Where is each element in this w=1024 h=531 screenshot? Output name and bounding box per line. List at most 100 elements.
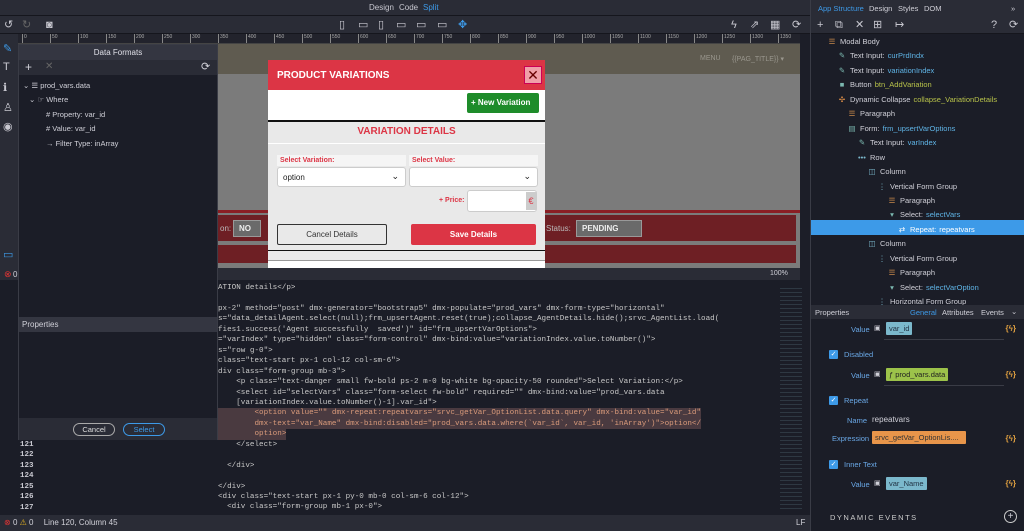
code-line[interactable]: px-2" method="post" dmx-generator="boots… — [218, 304, 665, 315]
move-icon[interactable]: ✥ — [458, 18, 467, 32]
add-icon[interactable]: + — [25, 60, 32, 74]
cancel-button[interactable]: Cancel — [73, 423, 115, 436]
code-line[interactable]: class="text-start px-1 col-12 col-sm-6"> — [218, 356, 400, 367]
code-line[interactable]: </div> — [218, 461, 254, 472]
filter-select[interactable]: NO — [233, 220, 261, 237]
copy-icon[interactable]: ⧉ — [835, 18, 843, 32]
structure-node[interactable]: ☰ Modal Body — [827, 35, 880, 49]
structure-node[interactable]: ■ Button btn_AddVariation — [837, 78, 932, 92]
inner-text-checkbox[interactable]: ✓ — [829, 460, 838, 469]
code-line[interactable]: s="row g-0"> — [218, 346, 273, 357]
value-binding[interactable]: var_id — [886, 322, 913, 335]
code-line[interactable]: s="data_detailAgent.select(null);frm_ups… — [218, 314, 719, 325]
cancel-details-button[interactable]: Cancel Details — [277, 224, 387, 245]
share-icon[interactable]: ⇗ — [750, 18, 759, 32]
laptop-icon[interactable]: ▭ — [396, 18, 406, 32]
dynamic-data-icon[interactable]: {ϟ} — [1006, 370, 1016, 379]
select-value[interactable]: ⌄ — [409, 167, 538, 187]
line-ending[interactable]: LF — [796, 518, 805, 527]
code-line[interactable]: </div> — [218, 482, 245, 493]
disabled-value-binding[interactable]: ƒ prod_vars.data — [886, 368, 949, 381]
structure-node[interactable]: ☰ Paragraph — [847, 107, 895, 121]
tab-events[interactable]: Events — [981, 308, 1004, 317]
unwrap-icon[interactable]: ↦ — [895, 18, 904, 32]
text-icon[interactable]: T — [3, 61, 10, 73]
structure-node[interactable]: ☰ Paragraph — [887, 266, 935, 280]
navbar-page-title[interactable]: {{PAG_TITLE}} ▾ — [732, 55, 784, 63]
select-button[interactable]: Select — [123, 423, 165, 436]
dynamic-data-icon[interactable]: {ϟ} — [1006, 434, 1016, 443]
code-line[interactable]: div class="form-group mb-3"> — [218, 367, 346, 378]
code-minimap[interactable] — [780, 285, 802, 510]
expression-binding[interactable]: srvc_getVar_OptionLis.... — [872, 431, 966, 444]
wrap-icon[interactable]: ⊞ — [873, 18, 882, 32]
structure-node[interactable]: ▾ Select: selectVarOption — [887, 281, 979, 295]
repeat-checkbox[interactable]: ✓ — [829, 396, 838, 405]
structure-node[interactable]: ✎ Text Input: varIndex — [857, 136, 937, 150]
mode-design[interactable]: Design — [369, 3, 394, 12]
qr-icon[interactable]: ▦ — [770, 18, 780, 32]
help-icon[interactable]: ? — [991, 18, 997, 32]
repeat-name-value[interactable]: repeatvars — [872, 415, 910, 424]
refresh-icon[interactable]: ⟳ — [201, 60, 210, 73]
code-line[interactable]: option> — [218, 429, 287, 440]
shirt-icon[interactable]: ♙ — [3, 101, 13, 114]
code-line[interactable]: <div class="text-start px-1 py-0 mb-0 co… — [218, 492, 469, 503]
code-line[interactable]: <select id="selectVars" class="form-sele… — [218, 388, 664, 399]
tab-attributes[interactable]: Attributes — [942, 308, 974, 317]
tree-item[interactable]: # Property: var_id — [46, 110, 105, 119]
code-line[interactable]: ATION details</p> — [218, 283, 295, 294]
edit-icon[interactable]: ✎ — [3, 42, 12, 55]
delete-icon[interactable]: ✕ — [855, 18, 864, 32]
structure-node[interactable]: ⋮ Vertical Form Group — [877, 252, 957, 266]
delete-icon[interactable]: ✕ — [45, 61, 53, 72]
navbar-menu[interactable]: MENU — [700, 55, 721, 62]
structure-node[interactable]: ✎ Text Input: variationIndex — [837, 64, 934, 78]
structure-node[interactable]: ✣ Dynamic Collapse collapse_VariationDetai… — [837, 93, 997, 107]
expand-icon[interactable]: » — [1011, 4, 1015, 13]
structure-node[interactable]: ••• Row — [857, 151, 885, 165]
code-line[interactable]: dmx-text="var_Name" dmx-bind:disabled="p… — [218, 418, 702, 430]
structure-node[interactable]: ✎ Text Input: curPrdIndx — [837, 49, 924, 63]
code-line[interactable]: <p class="text-danger small fw-bold ps-2… — [218, 377, 683, 388]
mode-code[interactable]: Code — [399, 3, 418, 12]
dynamic-data-icon[interactable]: {ϟ} — [1006, 479, 1016, 488]
code-line[interactable]: fies1.success('Agent successfully saved'… — [218, 325, 537, 336]
close-icon[interactable]: ✕ — [524, 66, 542, 84]
select-variation[interactable]: option ⌄ — [277, 167, 406, 187]
tab-design[interactable]: Design — [869, 4, 892, 13]
redo-icon[interactable]: ↻ — [22, 18, 31, 32]
dynamic-data-icon[interactable]: {ϟ} — [1006, 324, 1016, 333]
inner-text-binding[interactable]: var_Name — [886, 477, 927, 490]
tablet-icon[interactable]: ▯ — [378, 18, 384, 32]
desktop-icon[interactable]: ▭ — [416, 18, 426, 32]
code-line[interactable]: <option value="" dmx-repeat:repeatvars="… — [218, 408, 702, 419]
phone-icon[interactable]: ▯ — [339, 18, 345, 32]
structure-node[interactable]: ◫ Column — [867, 165, 905, 179]
info-icon[interactable]: ℹ — [3, 81, 7, 94]
structure-node[interactable]: ◫ Column — [867, 237, 905, 251]
structure-node[interactable]: ⋮ Vertical Form Group — [877, 180, 957, 194]
undo-icon[interactable]: ↺ — [4, 18, 13, 32]
tab-styles[interactable]: Styles — [898, 4, 918, 13]
structure-node[interactable]: ⇄ Repeat: repeatvars — [897, 223, 975, 237]
new-variation-button[interactable]: + New Variation — [467, 93, 539, 113]
tree-item[interactable]: → Filter Type: inArray — [46, 139, 118, 148]
add-event-icon[interactable]: + — [1004, 510, 1017, 523]
tab-general[interactable]: General — [910, 308, 937, 317]
eye-icon[interactable]: ◉ — [3, 120, 13, 133]
tab-dom[interactable]: DOM — [924, 4, 942, 13]
zoom-level[interactable]: 100% — [770, 270, 788, 277]
save-details-button[interactable]: Save Details — [411, 224, 536, 245]
refresh-icon[interactable]: ⟳ — [792, 18, 801, 32]
structure-node[interactable]: ▤ Form: frm_upsertVarOptions — [847, 122, 955, 136]
tab-app-structure[interactable]: App Structure — [818, 4, 864, 13]
structure-node[interactable]: ☰ Paragraph — [887, 194, 935, 208]
code-line[interactable]: </select> — [218, 440, 277, 451]
mode-split[interactable]: Split — [423, 3, 439, 12]
disabled-checkbox[interactable]: ✓ — [829, 350, 838, 359]
refresh-icon[interactable]: ⟳ — [1009, 18, 1018, 32]
chevron-down-icon[interactable]: ⌄ — [1011, 307, 1017, 316]
tree-item[interactable]: ⌄ ☞ Where — [29, 95, 68, 104]
code-line[interactable]: [variationIndex.value.toNumber()-1].var_… — [218, 398, 437, 409]
